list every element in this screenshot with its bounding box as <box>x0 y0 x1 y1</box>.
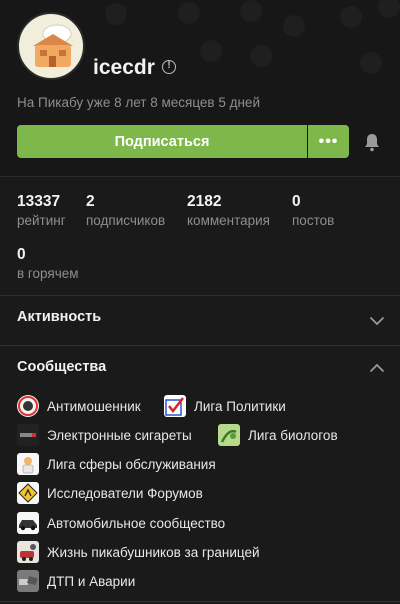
stat-label: постов <box>292 213 335 228</box>
info-icon[interactable] <box>162 60 176 74</box>
divider <box>0 345 400 346</box>
stat-value: 2182 <box>187 193 222 210</box>
bell-icon[interactable] <box>363 132 381 152</box>
stat-label: подписчиков <box>86 213 166 228</box>
community-label: Лига биологов <box>248 427 338 443</box>
membership-duration: На Пикабу уже 8 лет 8 месяцев 5 дней <box>17 95 260 110</box>
stat-subscribers[interactable]: 2 подписчиков <box>86 193 165 230</box>
stat-label: в горячем <box>17 266 79 281</box>
community-item[interactable]: Лига биологов <box>218 424 338 446</box>
more-options-button[interactable]: ••• <box>308 125 349 158</box>
antifraud-icon <box>17 395 39 417</box>
stat-value: 2 <box>86 193 95 210</box>
car-icon <box>17 512 39 534</box>
community-item[interactable]: Лига сферы обслуживания <box>17 453 216 475</box>
stat-posts[interactable]: 0 постов <box>292 193 334 230</box>
stat-comments[interactable]: 2182 комментария <box>187 193 270 230</box>
stat-hot[interactable]: 0 в горячем <box>17 246 79 283</box>
community-label: Автомобильное сообщество <box>47 515 226 531</box>
abroad-icon <box>17 541 39 563</box>
service-icon <box>17 453 39 475</box>
community-label: Антимошенник <box>47 398 141 414</box>
chevron-up-icon[interactable] <box>369 363 385 373</box>
accident-icon <box>17 570 39 592</box>
community-item[interactable]: ДТП и Аварии <box>17 570 135 592</box>
community-item[interactable]: Исследователи Форумов <box>17 482 203 504</box>
community-item[interactable]: Электронные сигареты <box>17 424 192 446</box>
warning-sign-icon <box>17 482 39 504</box>
vape-icon <box>17 424 39 446</box>
community-label: Лига Политики <box>194 398 286 414</box>
stat-value: 0 <box>292 193 301 210</box>
community-item[interactable]: Жизнь пикабушников за границей <box>17 541 260 563</box>
activity-section-title[interactable]: Активность <box>17 309 101 325</box>
communities-section-title[interactable]: Сообщества <box>17 359 106 375</box>
username: icecdr <box>93 56 155 79</box>
community-item[interactable]: Антимошенник <box>17 395 141 417</box>
divider <box>0 176 400 177</box>
stat-rating: 13337 рейтинг <box>17 193 66 230</box>
avatar[interactable] <box>17 12 85 80</box>
stat-label: рейтинг <box>17 213 66 228</box>
divider <box>0 295 400 296</box>
community-label: ДТП и Аварии <box>47 573 136 589</box>
biology-icon <box>218 424 240 446</box>
community-label: Жизнь пикабушников за границей <box>47 544 260 560</box>
community-item[interactable]: Лига Политики <box>164 395 286 417</box>
community-item[interactable]: Автомобильное сообщество <box>17 512 225 534</box>
chevron-down-icon[interactable] <box>369 316 385 326</box>
subscribe-button[interactable]: Подписаться <box>17 125 307 158</box>
community-label: Лига сферы обслуживания <box>47 456 216 472</box>
community-label: Исследователи Форумов <box>47 485 203 501</box>
community-label: Электронные сигареты <box>47 427 192 443</box>
divider <box>0 601 400 602</box>
stat-value: 13337 <box>17 193 61 210</box>
stat-label: комментария <box>187 213 270 228</box>
stat-value: 0 <box>17 246 26 263</box>
checkmark-icon <box>164 395 186 417</box>
